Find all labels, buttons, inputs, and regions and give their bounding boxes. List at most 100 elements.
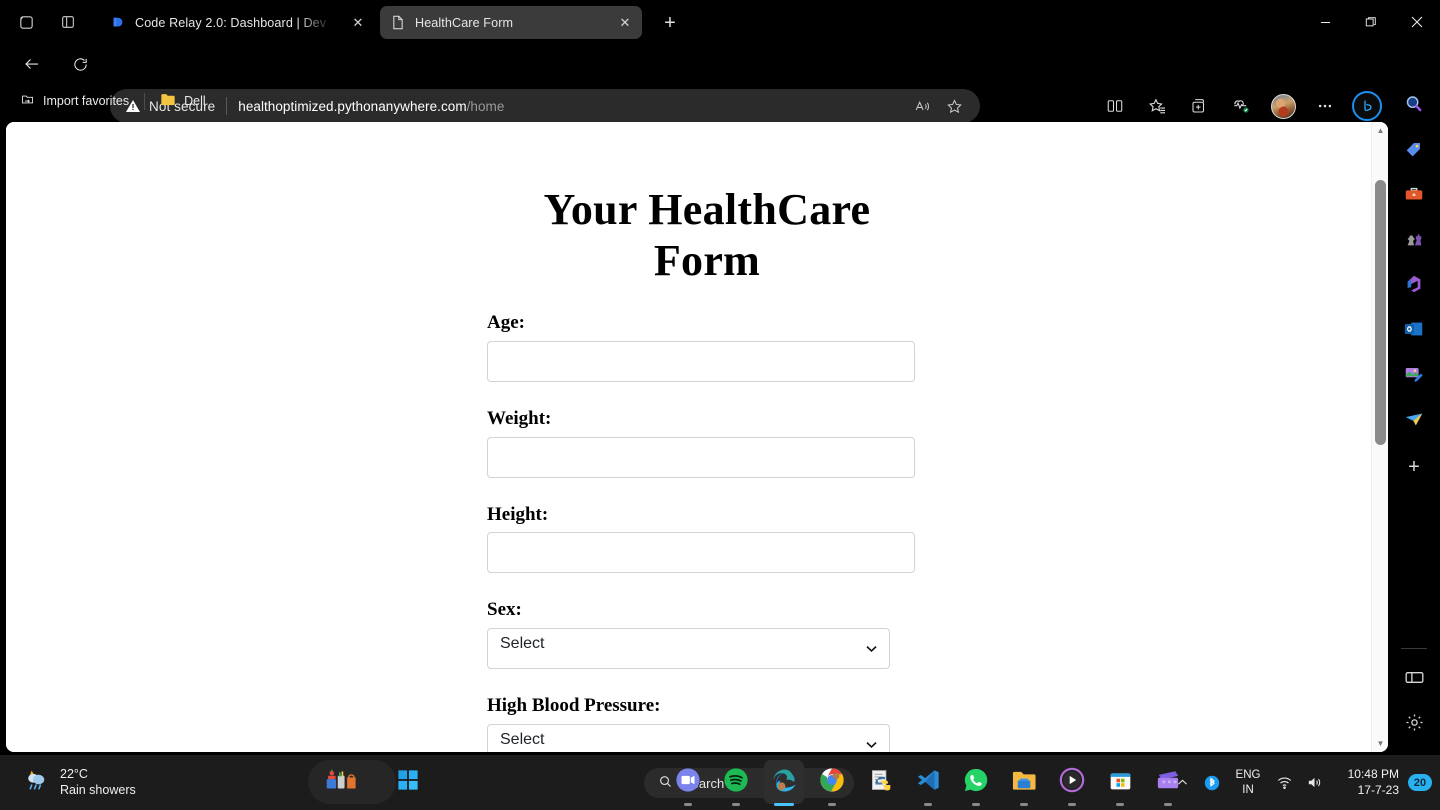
bookmark-import-favorites[interactable]: Import favorites: [12, 89, 137, 113]
taskbar-center-group: Search: [300, 755, 1192, 810]
notification-badge[interactable]: 20: [1408, 774, 1432, 791]
back-arrow-icon[interactable]: [16, 48, 48, 80]
field-label-age: Age:: [487, 312, 525, 333]
windows-taskbar: 22°C Rain showers Search ENG IN 10:48 PM…: [0, 755, 1440, 810]
sidebar-settings-gear-icon: [1404, 712, 1425, 738]
reload-icon[interactable]: [64, 48, 96, 80]
sidebar-item-settings[interactable]: [1388, 702, 1440, 747]
image-creator-icon: [1403, 363, 1425, 390]
windows-start-icon: [397, 769, 419, 796]
edge-sidebar: +: [1388, 84, 1440, 755]
tab-actions-icon[interactable]: [52, 7, 84, 37]
sidebar-item-search[interactable]: [1388, 84, 1440, 129]
edge-icon: [771, 767, 798, 799]
taskbar-app-vscode[interactable]: [904, 755, 952, 810]
sidebar-item-outlook[interactable]: [1388, 309, 1440, 354]
sex-select[interactable]: Select: [487, 628, 890, 670]
maximize-restore-button[interactable]: [1348, 0, 1394, 44]
page-scrollbar[interactable]: ▲ ▼: [1371, 122, 1388, 752]
tab-strip: Code Relay 2.0: Dashboard | Dev ✕ Health…: [0, 0, 1440, 44]
close-icon[interactable]: ✕: [614, 12, 636, 34]
browser-tab-healthcare-form[interactable]: HealthCare Form ✕: [380, 6, 642, 39]
form-field-high-blood-pressure: High Blood Pressure: Select: [487, 695, 927, 752]
browser-window: Code Relay 2.0: Dashboard | Dev ✕ Health…: [0, 0, 1440, 755]
sidebar-item-games[interactable]: [1388, 219, 1440, 264]
scroll-down-arrow[interactable]: ▼: [1372, 735, 1388, 752]
clock-date: 17-7-23: [1357, 782, 1399, 797]
sidebar-item-split-pane[interactable]: [1388, 657, 1440, 702]
spotify-icon: [723, 767, 749, 798]
taskbar-widgets-button[interactable]: [300, 755, 384, 810]
file-explorer-icon: [1011, 768, 1038, 798]
field-label-height: Height:: [487, 503, 549, 525]
taskbar-app-file-explorer[interactable]: [1000, 755, 1048, 810]
shopping-tag-icon: [1403, 138, 1425, 165]
language-secondary: IN: [1242, 783, 1254, 796]
sidebar-item-office[interactable]: [1388, 264, 1440, 309]
taskbar-app-python[interactable]: [856, 755, 904, 810]
scroll-up-arrow[interactable]: ▲: [1372, 122, 1388, 139]
split-pane-icon: [1404, 667, 1425, 693]
games-chess-icon: [1403, 228, 1425, 255]
tab-title: Code Relay 2.0: Dashboard | Dev: [135, 15, 327, 30]
taskbar-app-teams[interactable]: [664, 755, 712, 810]
bookmark-dell-folder[interactable]: Dell: [152, 89, 214, 113]
taskbar-app-edge[interactable]: [760, 755, 808, 810]
sidebar-add-app-button[interactable]: +: [1388, 444, 1440, 489]
bookmark-label: Import favorites: [43, 94, 130, 108]
wifi-icon[interactable]: [1269, 755, 1299, 810]
minimize-button[interactable]: [1302, 0, 1348, 44]
import-favorites-icon: [20, 92, 35, 110]
form-field-age: Age:: [487, 312, 927, 382]
sidebar-item-tools[interactable]: [1388, 174, 1440, 219]
running-indicator: [732, 803, 740, 806]
page-content: Your HealthCare Form Age: Weight: Height…: [6, 122, 1371, 752]
bookmarks-divider: [144, 92, 146, 110]
page-title: Your HealthCare Form: [543, 185, 871, 285]
weight-input[interactable]: [487, 436, 915, 478]
weather-widget[interactable]: 22°C Rain showers: [22, 766, 136, 798]
form-field-height: Height:: [487, 504, 927, 574]
taskbar-app-microsoft-store[interactable]: [1096, 755, 1144, 810]
field-label-high-blood-pressure: High Blood Pressure:: [487, 695, 661, 717]
blue-doc-icon: [110, 15, 126, 31]
close-icon[interactable]: ✕: [347, 12, 369, 34]
outlook-icon: [1403, 318, 1425, 345]
sidebar-item-drop[interactable]: [1388, 399, 1440, 444]
height-input[interactable]: [487, 532, 915, 574]
whatsapp-icon: [963, 767, 989, 798]
running-indicator: [1068, 803, 1076, 806]
high-blood-pressure-select[interactable]: Select: [487, 723, 890, 752]
sidebar-item-shopping[interactable]: [1388, 129, 1440, 174]
taskbar-app-whatsapp[interactable]: [952, 755, 1000, 810]
search-icon: [1403, 93, 1425, 120]
taskbar-app-chrome[interactable]: [808, 755, 856, 810]
taskbar-app-spotify[interactable]: [712, 755, 760, 810]
running-indicator: [1020, 803, 1028, 806]
field-label-sex: Sex:: [487, 599, 522, 621]
scrollbar-thumb[interactable]: [1375, 180, 1386, 445]
browser-tab-code-relay[interactable]: Code Relay 2.0: Dashboard | Dev ✕: [100, 6, 375, 39]
bookmark-label: Dell: [184, 94, 206, 108]
sidebar-divider: [1401, 648, 1427, 649]
chevron-up-icon[interactable]: [1167, 755, 1197, 810]
tab-search-icon[interactable]: [10, 7, 42, 37]
sidebar-bottom-actions: [1388, 640, 1440, 747]
language-indicator[interactable]: ENG IN: [1227, 768, 1269, 796]
running-indicator: [972, 803, 980, 806]
python-idle-icon: [868, 768, 893, 798]
age-input[interactable]: [487, 340, 915, 382]
clock[interactable]: 10:48 PM 17-7-23: [1337, 767, 1399, 798]
start-button[interactable]: [384, 755, 432, 810]
new-tab-button[interactable]: +: [655, 8, 685, 38]
plus-icon: +: [1408, 455, 1420, 478]
weather-temperature: 22°C: [60, 767, 88, 781]
language-primary: ENG: [1235, 769, 1261, 782]
chrome-icon: [819, 767, 845, 798]
system-tray: ENG IN 10:48 PM 17-7-23 20: [1167, 755, 1432, 810]
close-window-button[interactable]: [1394, 0, 1440, 44]
sidebar-item-image-creator[interactable]: [1388, 354, 1440, 399]
volume-icon[interactable]: [1299, 755, 1329, 810]
taskbar-app-media-player[interactable]: [1048, 755, 1096, 810]
bluetooth-icon[interactable]: [1197, 755, 1227, 810]
